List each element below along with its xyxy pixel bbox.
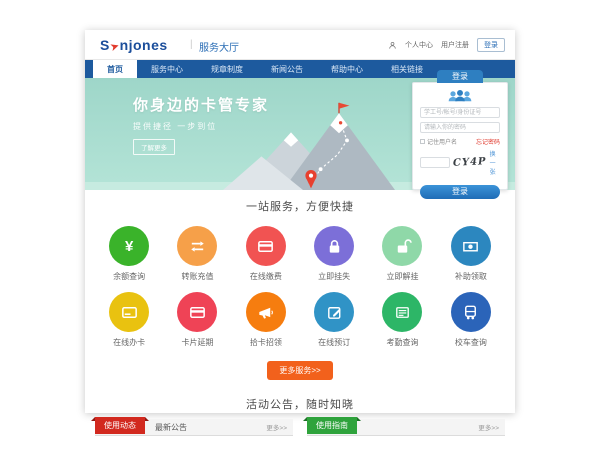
login-tab[interactable]: 登录 <box>437 70 483 83</box>
logo-divider: | <box>190 39 193 50</box>
services-grid: ¥ 余额查询 转账充值 在线缴费 立即挂失 <box>85 214 515 348</box>
password-input[interactable] <box>420 122 500 133</box>
tab-usage-guide[interactable]: 使用指南 <box>307 417 357 434</box>
person-icon <box>388 41 397 50</box>
hero-cta-button[interactable]: 了解更多 <box>133 139 175 155</box>
captcha-image[interactable]: CY4P <box>453 156 487 169</box>
user-register-link[interactable]: 用户注册 <box>441 40 469 50</box>
nav-item-news[interactable]: 新闻公告 <box>257 60 317 78</box>
top-right-links: 个人中心 用户注册 登录 <box>388 38 505 52</box>
service-school-bus[interactable]: 校车查询 <box>437 292 505 348</box>
service-label: 立即挂失 <box>300 271 368 282</box>
service-label: 在线缴费 <box>232 271 300 282</box>
service-report-loss[interactable]: 立即挂失 <box>300 226 368 282</box>
service-subsidy[interactable]: 补助领取 <box>437 226 505 282</box>
header-login-button[interactable]: 登录 <box>477 38 505 52</box>
service-label: 立即解挂 <box>368 271 436 282</box>
hero-title: 你身边的卡管专家 <box>133 94 269 115</box>
remember-label: 记住用户名 <box>427 137 457 146</box>
login-panel: 记住用户名 忘记密码 CY4P 换一张 登录 <box>412 82 508 190</box>
service-online-booking[interactable]: 在线预订 <box>300 292 368 348</box>
service-label: 校车查询 <box>437 337 505 348</box>
nav-item-home[interactable]: 首页 <box>93 60 137 78</box>
service-card-renewal[interactable]: 卡片延期 <box>163 292 231 348</box>
nav-item-service-center[interactable]: 服务中心 <box>137 60 197 78</box>
edit-icon <box>314 292 354 332</box>
logo[interactable]: S➤njones <box>100 37 168 53</box>
service-lost-found[interactable]: 拾卡招领 <box>232 292 300 348</box>
more-services-wrap: 更多服务>> <box>85 348 515 390</box>
service-label: 拾卡招领 <box>232 337 300 348</box>
service-unfreeze[interactable]: 立即解挂 <box>368 226 436 282</box>
banknote-icon <box>451 226 491 266</box>
captcha-refresh-link[interactable]: 换一张 <box>490 149 500 176</box>
service-apply-card[interactable]: 在线办卡 <box>95 292 163 348</box>
service-transfer[interactable]: 转账充值 <box>163 226 231 282</box>
username-input[interactable] <box>420 107 500 118</box>
captcha-row: CY4P 换一张 <box>420 149 500 176</box>
nav-item-rules[interactable]: 规章制度 <box>197 60 257 78</box>
nav-item-links[interactable]: 相关链接 <box>377 60 437 78</box>
megaphone-icon <box>246 292 286 332</box>
logo-text-rest: njones <box>120 37 168 53</box>
more-services-button[interactable]: 更多服务>> <box>267 361 332 380</box>
remember-checkbox[interactable] <box>420 139 425 144</box>
service-pay-online[interactable]: 在线缴费 <box>232 226 300 282</box>
site-container: S➤njones | 服务大厅 个人中心 用户注册 登录 首页 服务中心 规章制… <box>85 30 515 413</box>
yen-glyph: ¥ <box>125 238 133 255</box>
site-title: 服务大厅 <box>199 39 239 54</box>
service-balance[interactable]: ¥ 余额查询 <box>95 226 163 282</box>
announcements-section: 活动公告，随时知晓 使用动态 最新公告 更多>> 使用指南 更多>> <box>85 390 515 436</box>
service-label: 转账充值 <box>163 271 231 282</box>
service-label: 考勤查询 <box>368 337 436 348</box>
hero-text-block: 你身边的卡管专家 提供捷径 一步到位 了解更多 <box>133 94 269 155</box>
lock-icon <box>314 226 354 266</box>
service-label: 卡片延期 <box>163 337 231 348</box>
more-link-left[interactable]: 更多>> <box>266 422 293 432</box>
service-label: 补助领取 <box>437 271 505 282</box>
service-label: 在线预订 <box>300 337 368 348</box>
nav-item-help[interactable]: 帮助中心 <box>317 60 377 78</box>
forgot-password-link[interactable]: 忘记密码 <box>476 137 500 146</box>
services-section: 一站服务，方便快捷 ¥ 余额查询 转账充值 在线缴费 <box>85 190 515 390</box>
users-group-icon <box>445 89 475 103</box>
personal-center-link[interactable]: 个人中心 <box>405 40 433 50</box>
card-icon <box>109 292 149 332</box>
services-title: 一站服务，方便快捷 <box>85 198 515 214</box>
unlock-icon <box>382 226 422 266</box>
hero-subtitle: 提供捷径 一步到位 <box>133 121 269 132</box>
tab-latest-announcements[interactable]: 最新公告 <box>145 422 197 433</box>
login-submit-button[interactable]: 登录 <box>420 185 500 199</box>
announcement-bar-right: 使用指南 更多>> <box>307 419 505 436</box>
captcha-input[interactable] <box>420 157 450 168</box>
more-link-right[interactable]: 更多>> <box>478 422 505 432</box>
announcements-title: 活动公告，随时知晓 <box>85 390 515 419</box>
list-icon <box>382 292 422 332</box>
card-icon <box>246 226 286 266</box>
announcement-tab-bars: 使用动态 最新公告 更多>> 使用指南 更多>> <box>85 419 515 436</box>
service-label: 在线办卡 <box>95 337 163 348</box>
top-bar: S➤njones | 服务大厅 个人中心 用户注册 登录 <box>85 30 515 60</box>
announcement-bar-left: 使用动态 最新公告 更多>> <box>95 419 293 436</box>
remember-row: 记住用户名 忘记密码 <box>420 137 500 146</box>
bus-icon <box>451 292 491 332</box>
service-attendance[interactable]: 考勤查询 <box>368 292 436 348</box>
yen-icon: ¥ <box>109 226 149 266</box>
tab-usage-news[interactable]: 使用动态 <box>95 417 145 434</box>
card-icon <box>177 292 217 332</box>
service-label: 余额查询 <box>95 271 163 282</box>
transfer-arrows-icon <box>177 226 217 266</box>
